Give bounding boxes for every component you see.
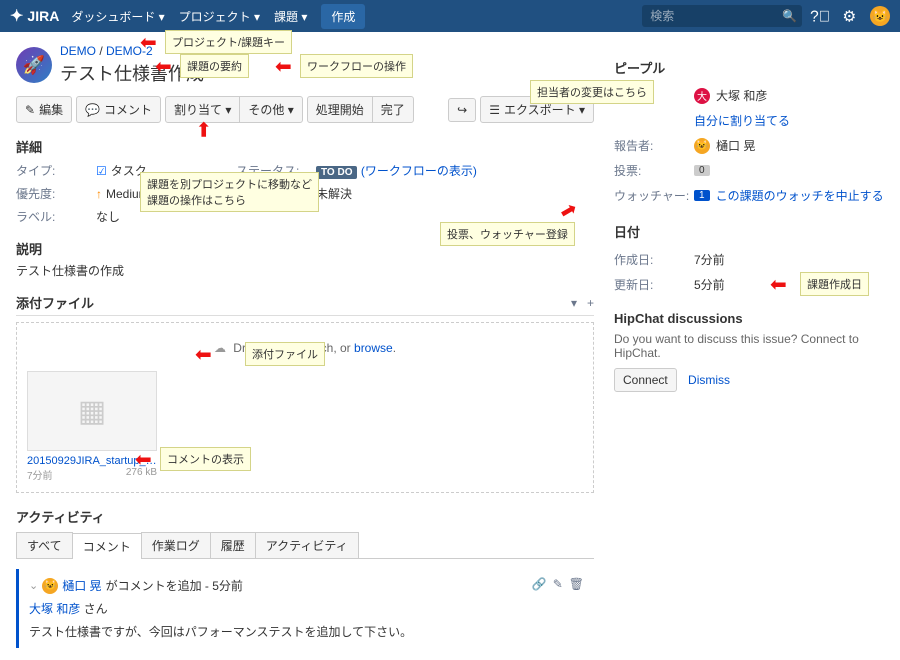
project-avatar: 🚀 <box>16 47 52 83</box>
created-value: 7分前 <box>694 251 884 268</box>
people-header: ピープル <box>614 58 884 77</box>
reporter-name: 樋口 晃 <box>716 137 755 154</box>
labels-label: ラベル: <box>16 208 96 225</box>
type-label: タイプ: <box>16 162 96 179</box>
callout-workflow: ワークフローの操作 <box>300 54 413 78</box>
hipchat-description: Do you want to discuss this issue? Conne… <box>614 332 884 360</box>
tab-all[interactable]: すべて <box>16 532 73 558</box>
nav-issues[interactable]: 課題 ▾ <box>274 8 307 25</box>
more-button[interactable]: その他 ▾ <box>239 96 302 123</box>
upload-icon: ☁ <box>214 341 226 355</box>
permalink-icon[interactable]: 🔗 <box>532 577 547 591</box>
priority-label: 優先度: <box>16 185 96 202</box>
created-label: 作成日: <box>614 251 694 268</box>
pencil-icon: ✎ <box>25 103 35 117</box>
arrow-icon: ⬅ <box>135 447 152 472</box>
assignee-name: 大塚 和彦 <box>716 87 767 104</box>
settings-icon[interactable]: ⚙ <box>843 7 857 26</box>
watchers-count: 1 <box>694 190 710 201</box>
issue-sidebar: ピープル 担当者: 大大塚 和彦 自分に割り当てる 報告者: 😺樋口 晃 投票:… <box>614 44 884 648</box>
share-icon: ↪ <box>457 103 467 117</box>
callout-created: 課題作成日 <box>800 272 869 296</box>
hipchat-dismiss-link[interactable]: Dismiss <box>688 373 730 387</box>
callout-attachment: 添付ファイル <box>245 342 325 366</box>
tab-activity[interactable]: アクティビティ <box>255 532 359 558</box>
nav-dashboards[interactable]: ダッシュボード ▾ <box>71 8 164 25</box>
votes-count: 0 <box>694 165 710 176</box>
comment-text: テスト仕様書ですが、今回はパフォーマンステストを追加して下さい。 <box>29 623 584 640</box>
create-button[interactable]: 作成 <box>321 4 365 29</box>
activity-tabs: すべて コメント 作業ログ 履歴 アクティビティ <box>16 532 594 559</box>
nav-projects[interactable]: プロジェクト ▾ <box>179 8 260 25</box>
export-icon: ☰ <box>489 103 500 117</box>
details-header: 詳細 <box>16 137 594 156</box>
attachment-item[interactable]: ▦ 20150929JIRA_startup_em 7分前 276 kB <box>27 371 583 482</box>
browse-link[interactable]: browse <box>354 341 393 355</box>
arrow-icon: ➡ <box>191 121 216 138</box>
assign-to-me-link[interactable]: 自分に割り当てる <box>694 112 790 129</box>
arrow-icon: ⬅ <box>275 54 292 79</box>
priority-medium-icon: ↑ <box>96 187 102 201</box>
tab-history[interactable]: 履歴 <box>210 532 256 558</box>
callout-assignee-change: 担当者の変更はこちら <box>530 80 654 104</box>
assign-button[interactable]: 割り当て ▾ <box>165 96 240 123</box>
activity-header: アクティビティ <box>16 507 594 526</box>
reporter-label: 報告者: <box>614 137 694 154</box>
transition-start-button[interactable]: 処理開始 <box>307 96 373 123</box>
callout-project-key: プロジェクト/課題キー <box>165 30 292 54</box>
jira-icon: ✦ <box>10 6 23 26</box>
comment-button[interactable]: 💬コメント <box>76 96 161 123</box>
mention-link[interactable]: 大塚 和彦 <box>29 602 80 616</box>
reporter-avatar: 😺 <box>694 138 710 154</box>
arrow-icon: ⬅ <box>155 54 172 79</box>
callout-summary: 課題の要約 <box>180 54 249 78</box>
attachments-menu[interactable]: ▾ + <box>571 296 594 310</box>
tab-comments[interactable]: コメント <box>72 533 142 559</box>
task-icon: ☑ <box>96 164 107 178</box>
comment-icon: 💬 <box>85 103 100 117</box>
resolution-value: 未解決 <box>316 185 594 202</box>
attachment-thumbnail: ▦ <box>27 371 157 451</box>
status-value: TO DO (ワークフローの表示) <box>316 162 594 179</box>
arrow-icon: ⬅ <box>140 30 157 55</box>
transition-done-button[interactable]: 完了 <box>372 96 414 123</box>
watchers-label: ウォッチャー: <box>614 187 694 204</box>
assignee-avatar: 大 <box>694 88 710 104</box>
callout-vote-watch: 投票、ウォッチャー登録 <box>440 222 575 246</box>
callout-more-ops: 課題を別プロジェクトに移動など 課題の操作はこちら <box>140 172 319 212</box>
votes-label: 投票: <box>614 162 694 179</box>
arrow-icon: ⬅ <box>195 342 212 367</box>
attachment-age: 7分前 <box>27 467 53 482</box>
attachments-header: 添付ファイル <box>16 293 94 312</box>
stop-watching-link[interactable]: この課題のウォッチを中止する <box>716 187 884 204</box>
top-nav: ✦JIRA ダッシュボード ▾ プロジェクト ▾ 課題 ▾ 作成 🔍 ?⃝ ⚙ … <box>0 0 900 32</box>
tab-worklog[interactable]: 作業ログ <box>141 532 211 558</box>
breadcrumb-project[interactable]: DEMO <box>60 44 96 58</box>
issue-toolbar: ✎編集 💬コメント 割り当て ▾ その他 ▾ 処理開始 完了 ↪ ☰ エクスポー… <box>16 96 594 123</box>
dates-header: 日付 <box>614 222 884 241</box>
edit-comment-icon[interactable]: ✎ <box>553 577 563 591</box>
jira-logo[interactable]: ✦JIRA <box>10 6 59 26</box>
search-input[interactable] <box>642 5 802 27</box>
comment-item: ⌄ 😺 樋口 晃 がコメントを追加 - 5分前 🔗 ✎ 🗑 大塚 和彦 さん テ… <box>16 569 594 648</box>
help-icon[interactable]: ?⃝ <box>810 7 830 25</box>
edit-button[interactable]: ✎編集 <box>16 96 72 123</box>
view-workflow-link[interactable]: (ワークフローの表示) <box>361 164 477 178</box>
share-button[interactable]: ↪ <box>448 98 476 122</box>
arrow-icon: ⬅ <box>770 272 787 297</box>
callout-comments: コメントの表示 <box>160 447 251 471</box>
updated-label: 更新日: <box>614 276 694 293</box>
hipchat-connect-button[interactable]: Connect <box>614 368 677 392</box>
hipchat-header: HipChat discussions <box>614 311 884 326</box>
user-avatar[interactable]: 😺 <box>870 6 890 26</box>
description-body: テスト仕様書の作成 <box>16 262 594 279</box>
delete-comment-icon[interactable]: 🗑 <box>569 577 584 591</box>
